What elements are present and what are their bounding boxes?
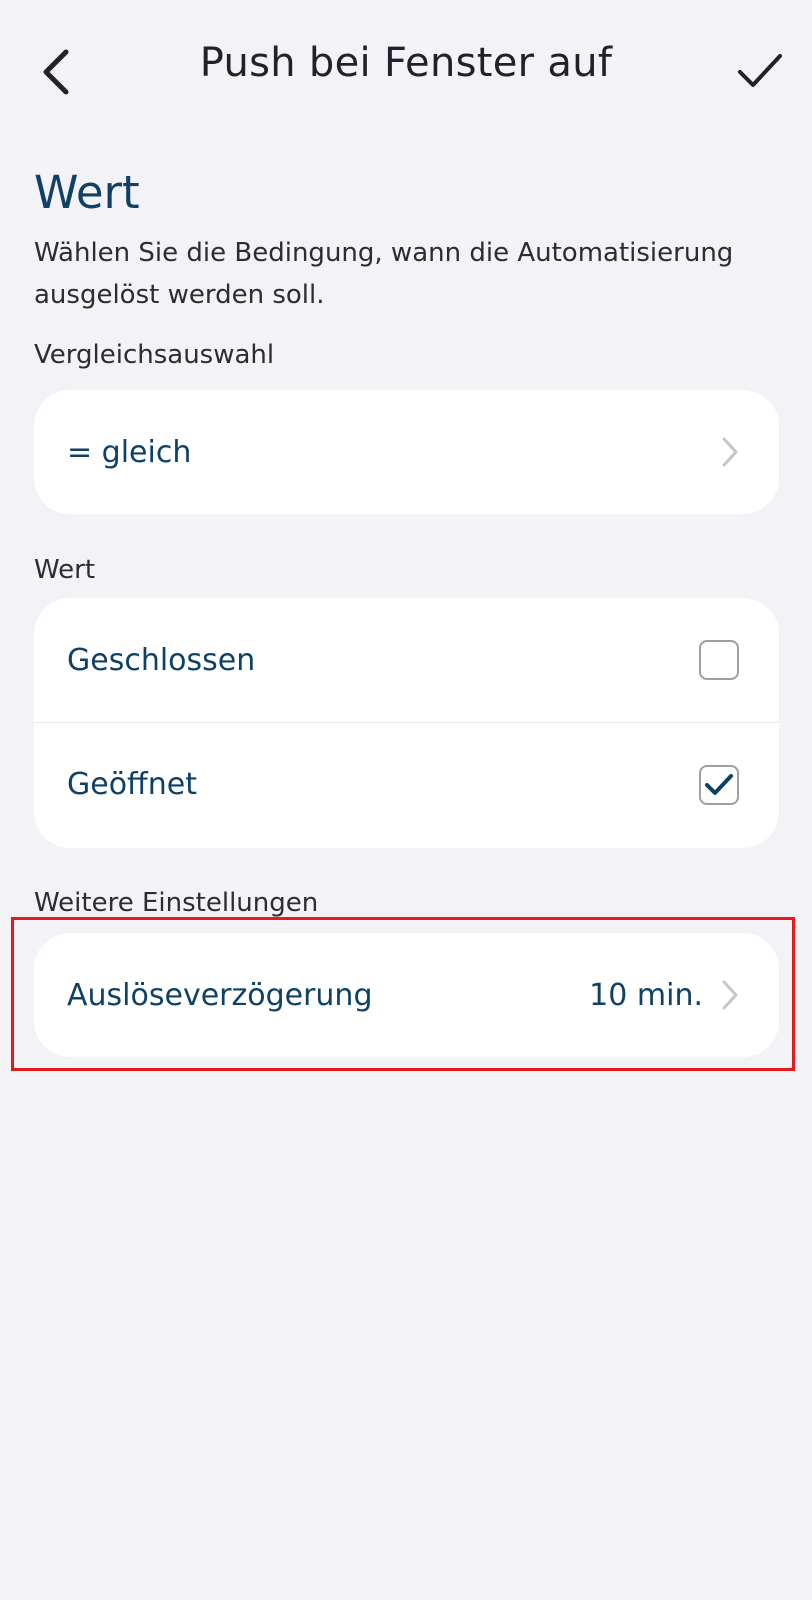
chevron-right-icon	[722, 437, 738, 467]
checkbox-checked[interactable]	[699, 764, 739, 805]
value-options-card: Geschlossen Geöffnet	[34, 598, 779, 848]
header: Push bei Fenster auf	[0, 0, 812, 140]
checkmark-icon	[705, 773, 733, 795]
settings-group-label: Weitere Einstellungen	[34, 888, 319, 918]
comparison-group-label: Vergleichsauswahl	[34, 340, 275, 370]
value-group-label: Wert	[34, 555, 96, 585]
checkbox-unchecked[interactable]	[699, 640, 739, 680]
option-label: Geöffnet	[67, 767, 197, 802]
screen: Push bei Fenster auf Wert Wählen Sie die…	[0, 0, 812, 1600]
page-title: Push bei Fenster auf	[199, 40, 613, 86]
comparison-selected-value: = gleich	[67, 434, 192, 470]
section-description: Wählen Sie die Bedingung, wann die Autom…	[34, 238, 734, 310]
option-label: Geschlossen	[67, 642, 256, 678]
highlight-box	[11, 917, 795, 1071]
confirm-button[interactable]	[736, 48, 786, 94]
checkmark-icon	[738, 54, 782, 87]
section-title: Wert	[34, 166, 140, 219]
option-row-geschlossen[interactable]: Geschlossen	[34, 598, 779, 722]
comparison-select-row[interactable]: = gleich	[34, 390, 779, 514]
option-row-geoeffnet[interactable]: Geöffnet	[34, 722, 779, 846]
comparison-card: = gleich	[34, 390, 779, 514]
